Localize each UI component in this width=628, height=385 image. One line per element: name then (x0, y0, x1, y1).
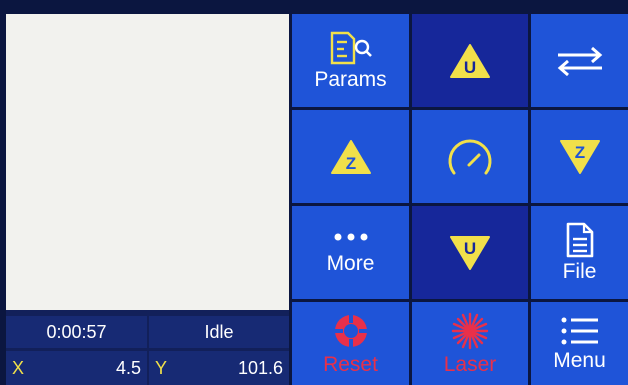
z-down-letter: Z (574, 143, 584, 162)
elapsed-time: 0:00:57 (6, 316, 147, 348)
z-up-letter: Z (345, 154, 355, 173)
more-button[interactable]: More (292, 206, 409, 299)
params-icon (330, 31, 372, 64)
swap-arrows-icon (557, 46, 602, 76)
params-button[interactable]: Params (292, 14, 409, 107)
x-axis-label: X (12, 357, 25, 378)
laser-label: Laser (443, 352, 497, 376)
speedometer-icon (448, 139, 492, 174)
z-down-triangle-icon: Z (559, 139, 600, 174)
status-panel: 0:00:57 Idle X 4.5 Y 101.6 (6, 310, 289, 385)
u-up-triangle-icon: U (450, 43, 490, 78)
laser-burst-icon (451, 312, 489, 349)
y-axis-value: 101.6 (237, 357, 283, 378)
reset-button[interactable]: Reset (292, 302, 409, 385)
u-down-button[interactable]: U (412, 206, 528, 299)
u-up-button[interactable]: U (412, 14, 528, 107)
reset-icon (332, 312, 369, 349)
machine-state-value: Idle (204, 321, 234, 342)
engraving-preview[interactable] (6, 14, 289, 310)
menu-list-icon (561, 317, 598, 344)
swap-button[interactable] (531, 14, 628, 107)
y-position: Y 101.6 (149, 351, 289, 385)
machine-state: Idle (149, 316, 289, 348)
file-label: File (562, 259, 597, 283)
params-label: Params (314, 67, 387, 91)
x-position: X 4.5 (6, 351, 147, 385)
file-icon (566, 222, 593, 257)
z-down-button[interactable]: Z (531, 110, 628, 203)
u-down-letter: U (464, 239, 476, 258)
x-axis-value: 4.5 (115, 357, 141, 378)
menu-label: Menu (553, 348, 606, 372)
device-screen: 0:00:57 Idle X 4.5 Y 101.6 Params U Z Z … (0, 0, 628, 385)
z-up-button[interactable]: Z (292, 110, 409, 203)
more-dots-icon (334, 233, 367, 240)
more-label: More (326, 251, 375, 275)
u-up-letter: U (464, 58, 476, 77)
z-up-triangle-icon: Z (330, 139, 371, 174)
elapsed-time-value: 0:00:57 (46, 321, 107, 342)
reset-label: Reset (323, 352, 378, 376)
laser-button[interactable]: Laser (412, 302, 528, 385)
y-axis-label: Y (155, 357, 168, 378)
file-button[interactable]: File (531, 206, 628, 299)
u-down-triangle-icon: U (450, 235, 490, 270)
speed-button[interactable] (412, 110, 528, 203)
menu-button[interactable]: Menu (531, 302, 628, 385)
